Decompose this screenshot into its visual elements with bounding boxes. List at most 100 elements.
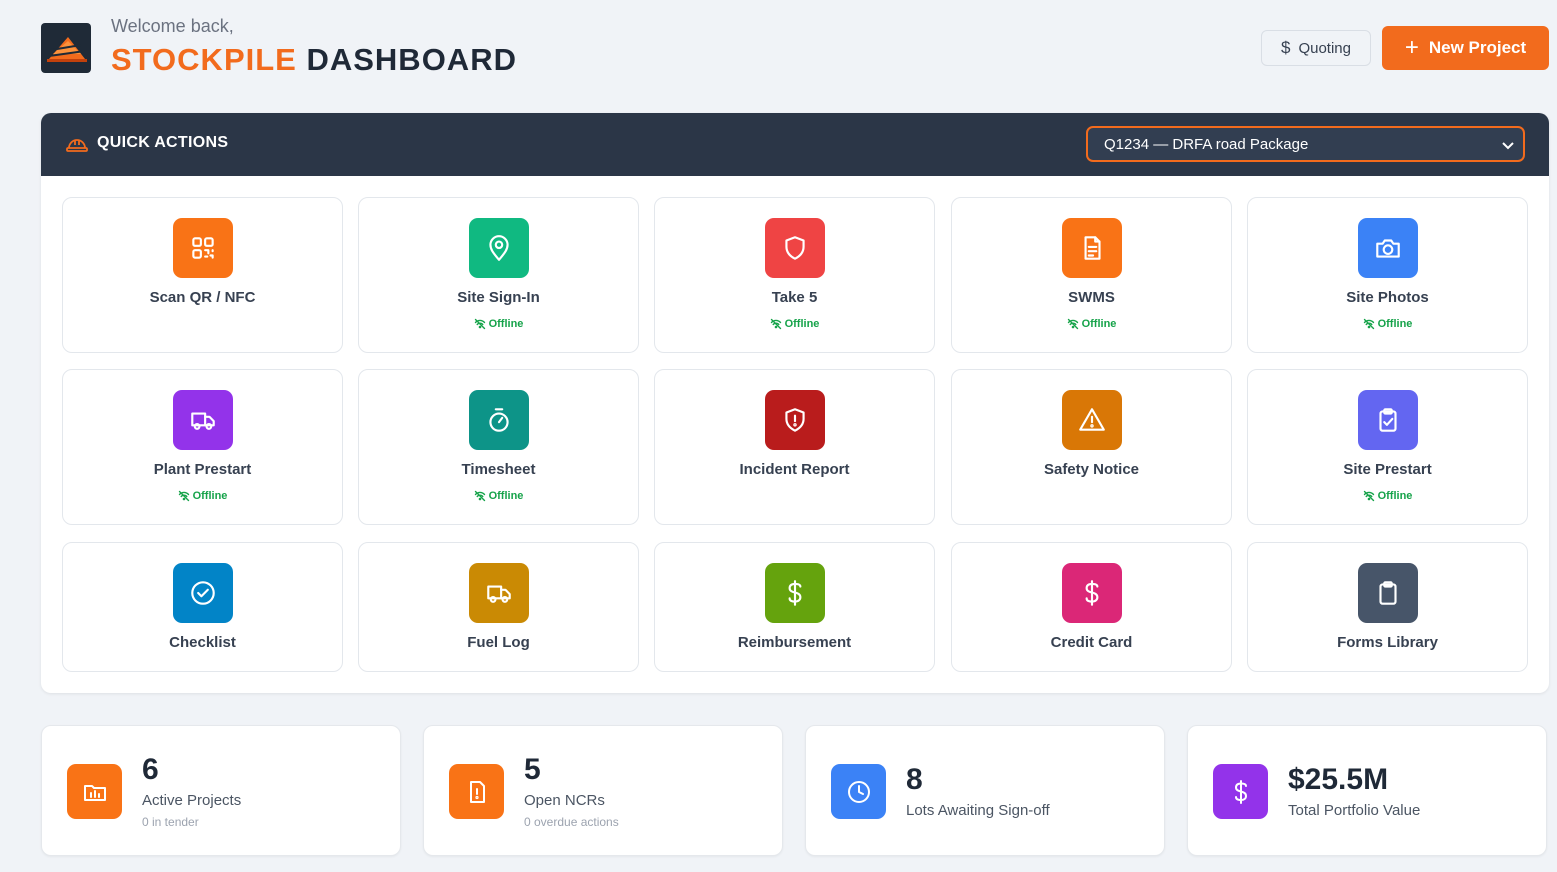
stat-label: Lots Awaiting Sign-off: [906, 802, 1050, 819]
stat-subtext: 0 in tender: [142, 815, 199, 829]
quick-action-label: Plant Prestart: [153, 461, 252, 478]
offline-label: Offline: [192, 490, 228, 502]
offline-badge: Offline: [655, 318, 934, 330]
wifi-off-icon: [474, 318, 485, 330]
folder-chart-icon: [67, 764, 122, 819]
quick-action-site-sign-in[interactable]: Site Sign-In Offline: [358, 197, 639, 353]
offline-label: Offline: [488, 318, 524, 330]
title-rest: DASHBOARD: [306, 42, 517, 77]
quick-action-label: Safety Notice: [1043, 461, 1140, 478]
warning-icon: [1062, 390, 1122, 450]
offline-badge: Offline: [359, 318, 638, 330]
quick-action-label: Scan QR / NFC: [149, 289, 256, 306]
timer-icon: [469, 390, 529, 450]
offline-label: Offline: [1377, 318, 1413, 330]
quick-action-reimbursement[interactable]: Reimbursement: [654, 542, 935, 672]
stat-value: $25.5M: [1288, 763, 1389, 796]
wifi-off-icon: [1363, 318, 1374, 330]
truck-icon: [469, 563, 529, 623]
quick-action-fuel-log[interactable]: Fuel Log: [358, 542, 639, 672]
stat-value: 8: [906, 763, 923, 796]
stat-subtext: 0 overdue actions: [524, 815, 619, 829]
wifi-off-icon: [1067, 318, 1078, 330]
quick-action-checklist[interactable]: Checklist: [62, 542, 343, 672]
quick-action-label: Site Sign-In: [457, 289, 540, 306]
quick-action-incident-report[interactable]: Incident Report: [654, 369, 935, 525]
quick-action-label: SWMS: [1068, 289, 1115, 306]
stat-label: Active Projects: [142, 792, 242, 809]
stat-card-open-ncrs[interactable]: 5 Open NCRs 0 overdue actions: [423, 725, 783, 856]
clipboard-check-icon: [1358, 390, 1418, 450]
quick-action-timesheet[interactable]: Timesheet Offline: [358, 369, 639, 525]
quick-action-swms[interactable]: SWMS Offline: [951, 197, 1232, 353]
offline-badge: Offline: [63, 490, 342, 502]
map-pin-icon: [469, 218, 529, 278]
quick-action-take-5[interactable]: Take 5 Offline: [654, 197, 935, 353]
stat-card-lots-awaiting-sign-off[interactable]: 8 Lots Awaiting Sign-off: [805, 725, 1165, 856]
camera-icon: [1358, 218, 1418, 278]
quick-action-scan-qr-nfc[interactable]: Scan QR / NFC: [62, 197, 343, 353]
chevron-down-icon: [1502, 142, 1514, 150]
offline-label: Offline: [784, 318, 820, 330]
quick-action-plant-prestart[interactable]: Plant Prestart Offline: [62, 369, 343, 525]
wifi-off-icon: [1363, 490, 1374, 502]
stat-label: Open NCRs: [524, 792, 605, 809]
hard-hat-icon: [66, 139, 88, 152]
quick-action-label: Take 5: [771, 289, 818, 306]
quick-action-label: Site Prestart: [1343, 461, 1432, 478]
project-select-value: Q1234 — DRFA road Package: [1104, 135, 1309, 153]
check-circle-icon: [173, 563, 233, 623]
page-header: Welcome back, STOCKPILE DASHBOARD $ Quot…: [0, 0, 1557, 100]
quick-action-forms-library[interactable]: Forms Library: [1247, 542, 1528, 672]
dollar-icon: [1213, 764, 1268, 819]
project-select[interactable]: Q1234 — DRFA road Package: [1086, 126, 1525, 162]
offline-label: Offline: [1377, 490, 1413, 502]
stat-value: 6: [142, 753, 159, 786]
offline-badge: Offline: [359, 490, 638, 502]
qr-code-icon: [173, 218, 233, 278]
quick-action-label: Forms Library: [1337, 634, 1438, 651]
truck-icon: [173, 390, 233, 450]
quick-action-label: Checklist: [169, 634, 236, 651]
welcome-text: Welcome back,: [111, 16, 234, 36]
dollar-icon: $: [1280, 38, 1291, 57]
page-title: STOCKPILE DASHBOARD: [111, 42, 517, 78]
stat-card-active-projects[interactable]: 6 Active Projects 0 in tender: [41, 725, 401, 856]
plus-icon: +: [1404, 34, 1419, 61]
quoting-button[interactable]: $ Quoting: [1261, 30, 1371, 66]
offline-badge: Offline: [1248, 318, 1527, 330]
dollar-icon: [765, 563, 825, 623]
quick-actions-header: QUICK ACTIONS Q1234 — DRFA road Package: [41, 113, 1549, 176]
file-alert-icon: [449, 764, 504, 819]
quick-action-safety-notice[interactable]: Safety Notice: [951, 369, 1232, 525]
shield-alert-icon: [765, 390, 825, 450]
quick-actions-title: QUICK ACTIONS: [97, 134, 229, 151]
quick-action-label: Fuel Log: [467, 634, 530, 651]
stat-label: Total Portfolio Value: [1288, 802, 1421, 819]
stockpile-logo: [41, 23, 91, 73]
wifi-off-icon: [474, 490, 485, 502]
quick-actions-panel: QUICK ACTIONS Q1234 — DRFA road Package …: [41, 113, 1549, 693]
quick-action-label: Incident Report: [739, 461, 850, 478]
stat-card-total-portfolio-value[interactable]: $25.5M Total Portfolio Value: [1187, 725, 1547, 856]
wifi-off-icon: [178, 490, 189, 502]
quick-action-label: Timesheet: [461, 461, 536, 478]
stat-value: 5: [524, 753, 541, 786]
quick-action-site-photos[interactable]: Site Photos Offline: [1247, 197, 1528, 353]
quick-action-site-prestart[interactable]: Site Prestart Offline: [1247, 369, 1528, 525]
offline-badge: Offline: [1248, 490, 1527, 502]
quick-action-label: Reimbursement: [737, 634, 852, 651]
dollar-icon: [1062, 563, 1122, 623]
new-project-button[interactable]: + New Project: [1382, 26, 1549, 70]
clipboard-icon: [1358, 563, 1418, 623]
new-project-label: New Project: [1428, 38, 1527, 57]
quoting-label: Quoting: [1298, 39, 1351, 57]
offline-badge: Offline: [952, 318, 1231, 330]
wifi-off-icon: [770, 318, 781, 330]
quick-action-credit-card[interactable]: Credit Card: [951, 542, 1232, 672]
title-accent: STOCKPILE: [111, 42, 297, 77]
offline-label: Offline: [488, 490, 524, 502]
quick-action-label: Site Photos: [1346, 289, 1429, 306]
quick-action-label: Credit Card: [1050, 634, 1133, 651]
shield-icon: [765, 218, 825, 278]
